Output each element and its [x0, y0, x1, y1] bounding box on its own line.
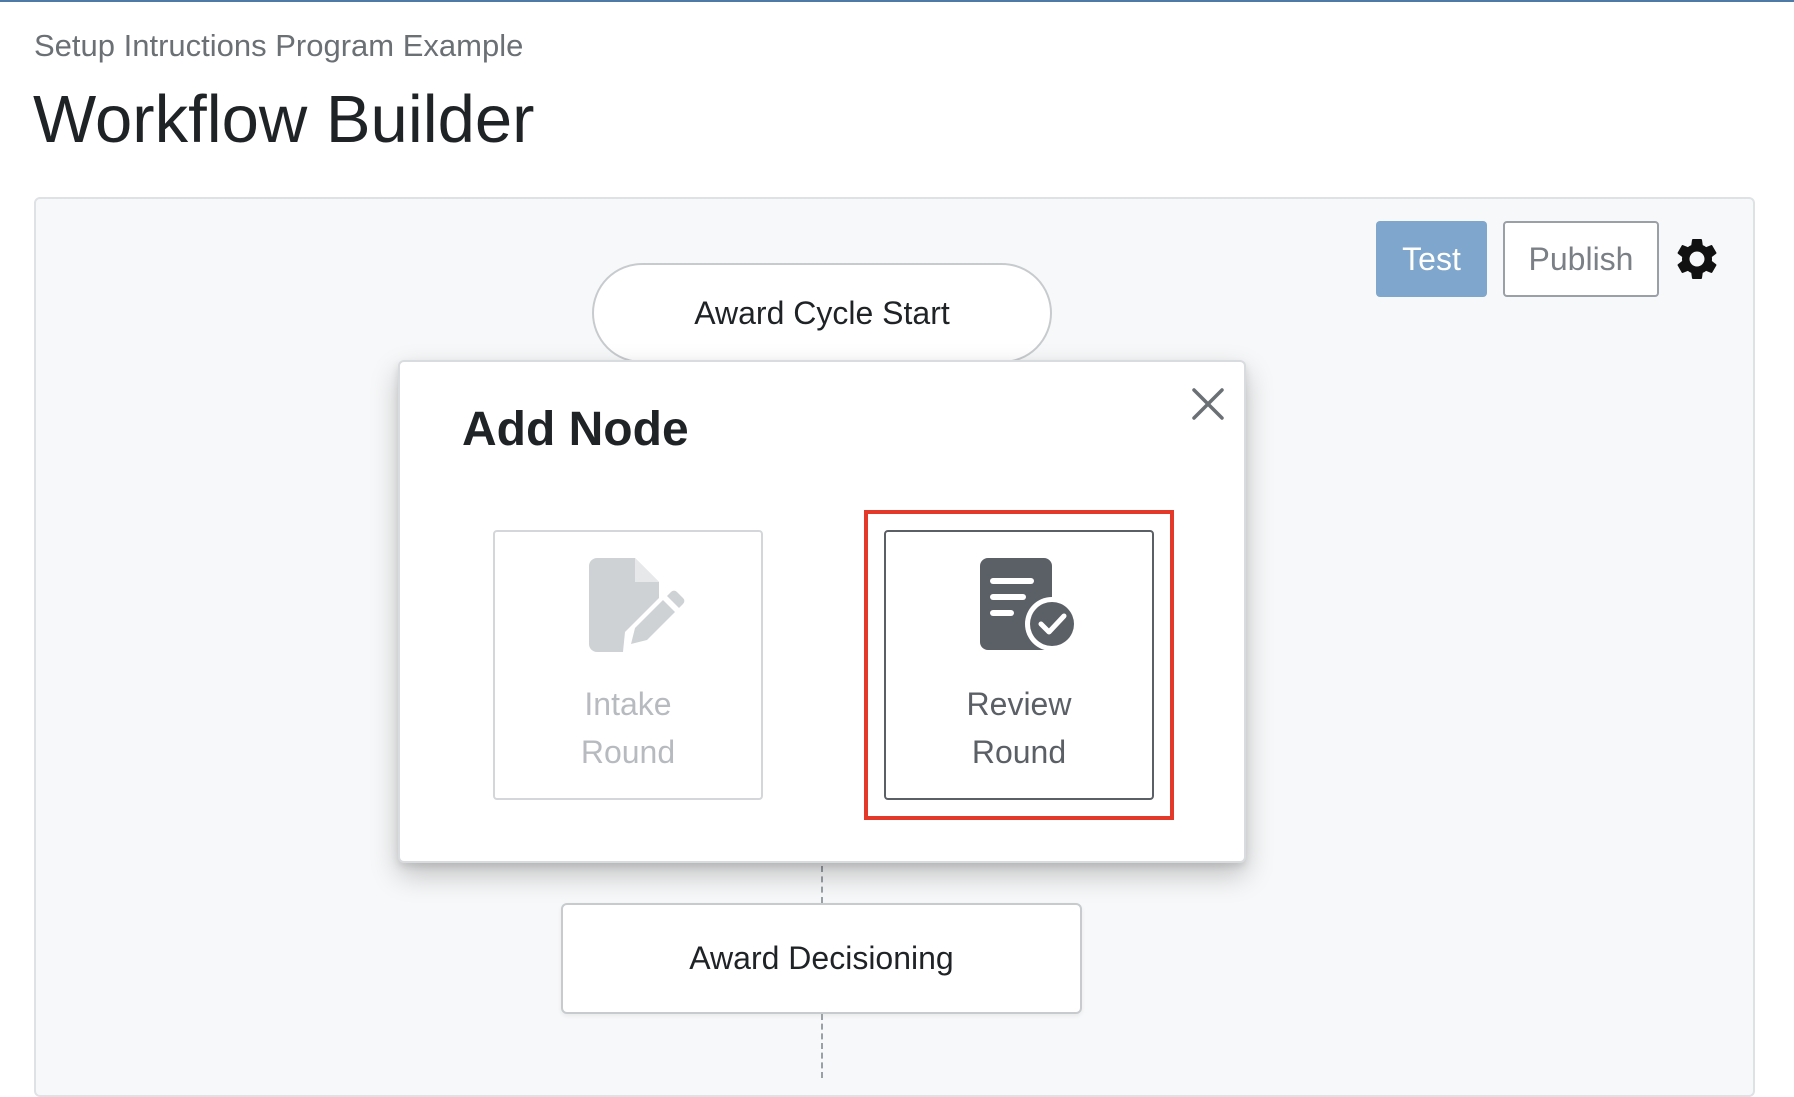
review-round-label: Review Round — [886, 680, 1152, 776]
close-icon[interactable] — [1188, 384, 1228, 424]
top-accent-bar — [0, 0, 1794, 2]
option-label-line: Round — [580, 734, 676, 770]
program-subtitle: Setup Intructions Program Example — [34, 28, 524, 63]
connector-line — [821, 1014, 823, 1078]
add-node-modal: Add Node Intake Round Review Round — [398, 360, 1246, 863]
document-check-icon — [980, 558, 1079, 651]
connector-line — [821, 866, 823, 903]
decision-node-label: Award Decisioning — [689, 940, 954, 976]
award-cycle-start-node[interactable]: Award Cycle Start — [592, 263, 1052, 363]
document-edit-icon — [589, 558, 685, 652]
option-label-line: Round — [971, 734, 1067, 770]
review-round-option[interactable]: Review Round — [884, 530, 1154, 800]
option-label-line: Review — [966, 686, 1072, 722]
intake-round-option[interactable]: Intake Round — [493, 530, 763, 800]
intake-round-label: Intake Round — [495, 680, 761, 776]
option-label-line: Intake — [584, 686, 672, 722]
page-title: Workflow Builder — [33, 82, 535, 157]
gear-icon[interactable] — [1672, 234, 1722, 284]
start-node-label: Award Cycle Start — [694, 294, 950, 331]
test-button[interactable]: Test — [1376, 221, 1487, 297]
modal-title: Add Node — [462, 403, 689, 456]
publish-button[interactable]: Publish — [1503, 221, 1659, 297]
award-decisioning-node[interactable]: Award Decisioning — [561, 903, 1082, 1014]
